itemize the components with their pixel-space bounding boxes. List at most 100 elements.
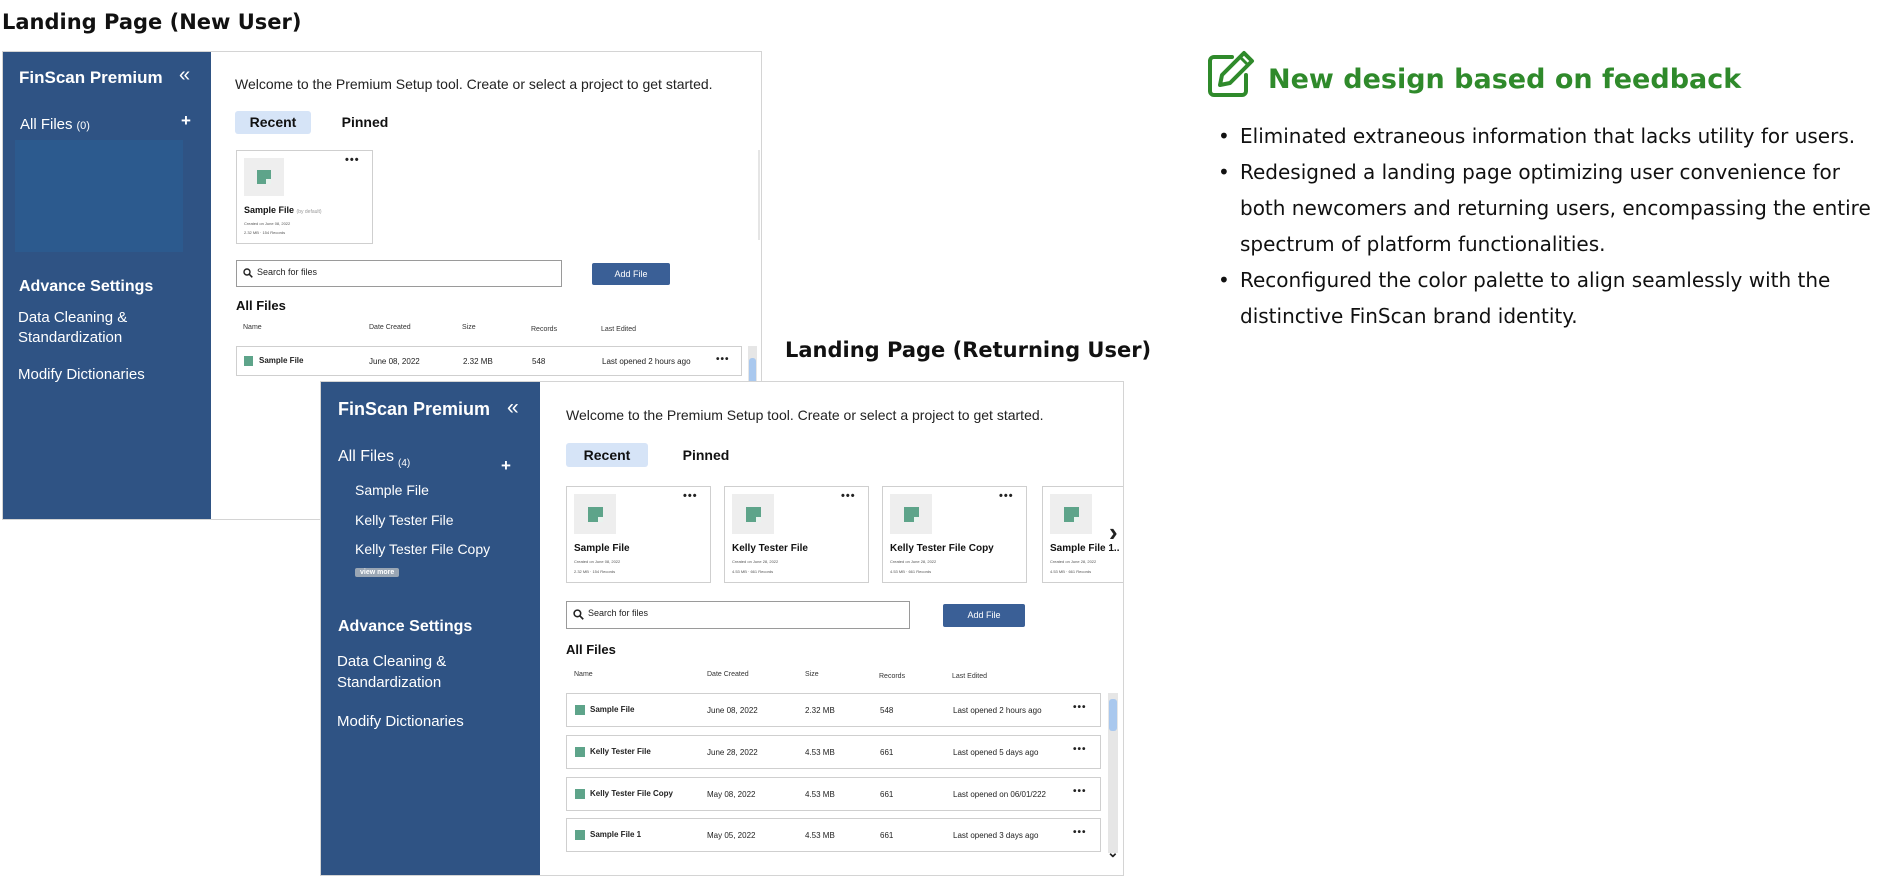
file-thumbnail — [890, 494, 932, 534]
card-created-date: Created on June 28, 2022 — [1050, 559, 1097, 564]
modify-dictionaries-link[interactable]: Modify Dictionaries — [18, 366, 145, 383]
card-menu-icon[interactable]: ••• — [999, 490, 1014, 502]
card-menu-icon[interactable]: ••• — [345, 154, 360, 166]
table-row[interactable]: Sample File June 08, 2022 2.32 MB 548 La… — [566, 693, 1101, 727]
all-files-heading: All Files — [566, 642, 616, 657]
data-cleaning-link[interactable]: Data Cleaning & Standardization — [18, 308, 127, 348]
card-file-stats: 2.32 MB · 154 Records — [574, 569, 616, 574]
table-scrollbar[interactable] — [1108, 693, 1118, 853]
tab-recent[interactable]: Recent — [235, 111, 311, 134]
recent-file-card[interactable]: ••• Kelly Tester File Copy Created on Ju… — [882, 486, 1027, 583]
recent-file-card[interactable]: ••• Sample File (by default) Created on … — [236, 150, 373, 244]
col-last-edited: Last Edited — [601, 326, 637, 333]
chevron-right-icon[interactable]: › — [1109, 517, 1118, 548]
file-icon — [244, 356, 253, 366]
card-created-date: Created on June 28, 2022 — [732, 559, 779, 564]
feedback-bullet: Reconfigured the color palette to align … — [1214, 262, 1884, 334]
row-file-name: Sample File 1 — [590, 830, 642, 839]
col-last-edited: Last Edited — [952, 673, 988, 680]
data-cleaning-line1: Data Cleaning & — [337, 653, 447, 670]
row-size: 2.32 MB — [805, 706, 835, 715]
table-row[interactable]: Sample File 1 May 05, 2022 4.53 MB 661 L… — [566, 818, 1101, 852]
card-created-date: Created on June 28, 2022 — [890, 559, 937, 564]
feedback-title: New design based on feedback — [1268, 64, 1742, 95]
row-size: 4.53 MB — [805, 790, 835, 799]
all-files-link[interactable]: All Files (4) — [338, 448, 411, 469]
file-icon — [904, 507, 919, 522]
collapse-sidebar-icon[interactable]: « — [507, 396, 519, 420]
feedback-bullet: Eliminated extraneous information that l… — [1214, 118, 1884, 154]
scroll-thumb[interactable] — [1109, 699, 1117, 731]
all-files-link[interactable]: All Files (0) — [20, 116, 90, 133]
row-menu-icon[interactable]: ••• — [716, 354, 730, 365]
file-icon — [575, 789, 585, 799]
tab-pinned[interactable]: Pinned — [335, 111, 395, 134]
row-size: 4.53 MB — [805, 748, 835, 757]
search-input[interactable]: Search for files — [566, 601, 910, 629]
returning-user-caption: Landing Page (Returning User) — [785, 338, 1152, 362]
data-cleaning-line2: Standardization — [337, 674, 442, 691]
row-menu-icon[interactable]: ••• — [1073, 827, 1087, 838]
row-last-edited: Last opened 2 hours ago — [602, 357, 691, 366]
scrollbar[interactable] — [758, 150, 760, 240]
collapse-sidebar-icon[interactable]: « — [179, 64, 190, 87]
sidebar-item-kelly-tester-file-copy[interactable]: Kelly Tester File Copy — [355, 541, 490, 557]
file-thumbnail — [574, 494, 616, 534]
recent-file-card[interactable]: ••• Sample File Created on June 08, 2022… — [566, 486, 711, 583]
file-thumbnail — [732, 494, 774, 534]
recent-file-card[interactable]: ••• Kelly Tester File Created on June 28… — [724, 486, 869, 583]
data-cleaning-link[interactable]: Data Cleaning & Standardization — [337, 651, 446, 693]
file-icon — [575, 830, 585, 840]
add-file-button[interactable]: Add File — [943, 604, 1025, 627]
row-date: May 05, 2022 — [707, 831, 756, 840]
row-size: 2.32 MB — [463, 357, 493, 366]
data-cleaning-line2: Standardization — [18, 329, 123, 346]
sidebar-item-kelly-tester-file[interactable]: Kelly Tester File — [355, 512, 454, 528]
card-file-name: Kelly Tester File — [732, 543, 808, 554]
row-menu-icon[interactable]: ••• — [1073, 786, 1087, 797]
table-row[interactable]: Sample File June 08, 2022 2.32 MB 548 La… — [236, 346, 742, 376]
card-file-name: Sample File (by default) — [244, 205, 322, 215]
search-input[interactable]: Search for files — [236, 260, 562, 287]
card-menu-icon[interactable]: ••• — [841, 490, 856, 502]
table-row[interactable]: Kelly Tester File Copy May 08, 2022 4.53… — [566, 777, 1101, 811]
add-project-icon[interactable]: + — [181, 111, 191, 131]
modify-dictionaries-link[interactable]: Modify Dictionaries — [337, 713, 464, 730]
card-menu-icon[interactable]: ••• — [683, 490, 698, 502]
row-records: 661 — [880, 790, 894, 799]
row-file-name: Kelly Tester File — [590, 747, 651, 756]
row-menu-icon[interactable]: ••• — [1073, 702, 1087, 713]
file-icon — [575, 705, 585, 715]
tab-pinned[interactable]: Pinned — [671, 443, 741, 467]
row-date: May 08, 2022 — [707, 790, 756, 799]
card-file-title: Sample File — [244, 205, 295, 215]
sidebar: FinScan Premium « All Files (0) + Advance… — [3, 52, 211, 519]
tab-recent[interactable]: Recent — [566, 443, 648, 467]
search-icon — [243, 268, 253, 278]
table-scrollbar[interactable] — [748, 346, 757, 386]
row-last-edited: Last opened on 06/01/222 — [953, 790, 1046, 799]
scroll-down-icon[interactable]: ⌄ — [1107, 844, 1119, 861]
add-file-button[interactable]: Add File — [592, 263, 670, 285]
table-row[interactable]: Kelly Tester File June 28, 2022 4.53 MB … — [566, 735, 1101, 769]
row-records: 548 — [532, 357, 546, 366]
all-files-count: (4) — [398, 458, 411, 469]
add-project-icon[interactable]: + — [501, 456, 511, 476]
row-menu-icon[interactable]: ••• — [1073, 744, 1087, 755]
row-records: 661 — [880, 748, 894, 757]
search-placeholder: Search for files — [588, 608, 649, 618]
card-file-name: Sample File — [574, 543, 630, 554]
col-name: Name — [574, 671, 593, 678]
all-files-count: (0) — [76, 120, 90, 132]
card-file-owner: (by default) — [296, 209, 322, 215]
card-file-stats: 4.53 MB · 661 Records — [1050, 569, 1092, 574]
new-user-caption: Landing Page (New User) — [2, 10, 302, 34]
card-file-stats: 4.53 MB · 661 Records — [890, 569, 932, 574]
sidebar-item-sample-file[interactable]: Sample File — [355, 482, 429, 498]
col-size: Size — [462, 324, 476, 331]
row-size: 4.53 MB — [805, 831, 835, 840]
view-more-button[interactable]: view more — [355, 568, 400, 577]
file-icon — [257, 170, 271, 184]
card-file-stats: 2.32 MB · 154 Records — [244, 230, 286, 235]
row-file-name: Sample File — [259, 356, 304, 365]
